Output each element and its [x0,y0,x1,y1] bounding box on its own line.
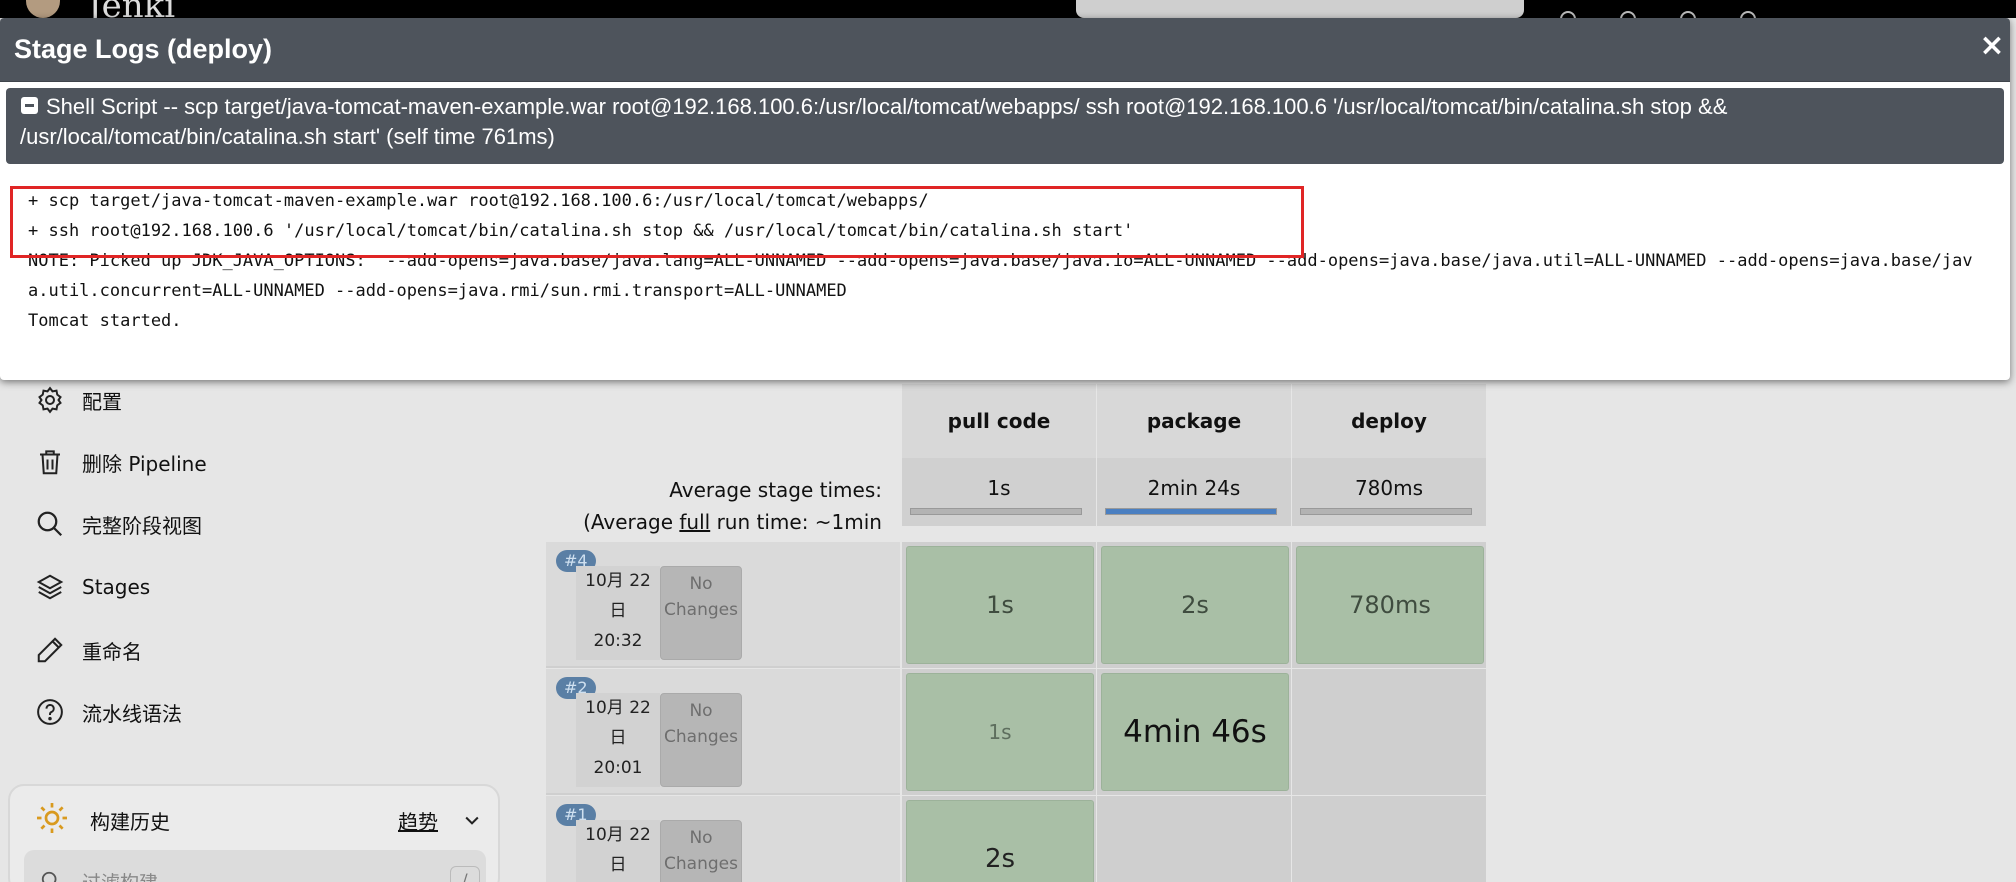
stage-cell-empty [1292,669,1486,795]
close-icon[interactable]: × [1978,30,2006,62]
filter-placeholder: 过滤构建... [82,868,176,882]
filter-shortcut-key: / [450,866,480,882]
stage-duration: 1s [906,546,1094,664]
build-info: #2 10月 22 日 20:01 No Changes [546,669,900,795]
pencil-icon [32,632,68,668]
gear-icon [32,382,68,418]
stage-cell[interactable]: 2s [1097,542,1291,668]
stage-cell[interactable]: 1s [902,542,1096,668]
stage-cell[interactable]: 2s [902,796,1096,882]
avg-progress-bar [910,508,1082,515]
avg-time: 1s [987,476,1011,500]
log-step-title: Shell Script -- scp target/java-tomcat-m… [20,94,1728,149]
sidebar-item-label: 完整阶段视图 [82,513,202,538]
stage-duration: 780ms [1296,546,1484,664]
build-time: 20:01 [593,758,643,778]
sidebar-item-rename[interactable]: 重命名 [32,630,142,670]
stage-header-pull-code: pull code [902,384,1096,458]
sidebar-item-label: 流水线语法 [82,701,182,726]
build-row: #1 10月 22 日 No Changes 2s [546,796,2016,882]
build-time: 20:32 [593,631,643,651]
build-date-line: 日 [609,855,627,875]
global-search-input[interactable] [1076,0,1524,18]
avg-progress-bar [1105,508,1277,515]
trend-link[interactable]: 趋势 [398,806,438,835]
build-date-line: 10月 22 [585,825,651,845]
stage-cell[interactable]: 4min 46s [1097,669,1291,795]
dialog-title: Stage Logs (deploy) [14,34,273,64]
chevron-down-icon[interactable] [462,810,482,830]
build-info: #4 10月 22 日 20:32 No Changes [546,542,900,668]
stage-duration: 2s [1101,546,1289,664]
avg-cell-package: 2min 24s [1097,458,1291,526]
avg-progress-bar [1300,508,1472,515]
dialog-header: Stage Logs (deploy) × [0,18,2010,82]
build-date: 10月 22 日 [576,820,660,882]
sun-icon [37,803,67,833]
stage-cell-empty [1097,796,1291,882]
sidebar-item-full-stage-view[interactable]: 完整阶段视图 [32,504,202,544]
sidebar-item-label: 删除 Pipeline [82,451,207,476]
stage-cell[interactable]: 1s [902,669,1096,795]
sidebar-item-delete[interactable]: 删除 Pipeline [32,442,207,482]
no-changes-box: No Changes [660,693,742,787]
stage-header-package: package [1097,384,1291,458]
jenkins-logo-icon[interactable] [26,0,60,18]
sidebar-item-config[interactable]: 配置 [32,380,122,420]
sidebar-item-label: 重命名 [82,639,142,664]
sidebar-item-label: Stages [82,575,151,599]
avg-cell-deploy: 780ms [1292,458,1486,526]
layers-icon [32,569,68,605]
build-date: 10月 22 日 20:32 [576,566,660,660]
stage-logs-dialog: Stage Logs (deploy) × Shell Script -- sc… [0,18,2010,380]
stage-duration: 4min 46s [1101,673,1289,791]
search-icon [41,871,57,882]
avg-time: 780ms [1354,476,1424,500]
build-date: 10月 22 日 20:01 [576,693,660,787]
no-changes-box: No Changes [660,820,742,882]
stage-duration: 2s [906,800,1094,882]
search-icon [32,506,68,542]
build-history-card: 构建历史 趋势 过滤构建... / [8,784,500,882]
log-step-header[interactable]: Shell Script -- scp target/java-tomcat-m… [6,88,2004,164]
build-date-line: 10月 22 [585,698,651,718]
build-date-line: 日 [609,601,627,621]
build-history-title: 构建历史 [90,810,170,834]
sidebar-item-pipeline-syntax[interactable]: 流水线语法 [32,692,182,732]
build-date-line: 10月 22 [585,571,651,591]
avg-stage-times-text: Average stage times: [669,478,882,502]
highlight-annotation-box [10,186,1304,258]
sidebar-item-stages[interactable]: Stages [32,567,150,607]
top-bar-icons [1560,6,1960,21]
stage-cell-empty [1292,796,1486,882]
avg-cell-pull-code: 1s [902,458,1096,526]
build-row: #4 10月 22 日 20:32 No Changes 1s 2s 780ms [546,542,2016,668]
stage-header-deploy: deploy [1292,384,1486,458]
sidebar-item-label: 配置 [82,389,122,414]
no-changes-box: No Changes [660,566,742,660]
help-icon [32,694,68,730]
stage-view: Average stage times: (Average full run t… [546,384,1488,882]
build-filter-input[interactable]: 过滤构建... / [24,850,486,882]
top-bar: Jenki [0,0,2016,21]
trash-icon [32,444,68,480]
build-date-line: 日 [609,728,627,748]
avg-time: 2min 24s [1147,476,1241,500]
avg-run-prefix: (Average [583,510,680,534]
build-info: #1 10月 22 日 No Changes [546,796,900,882]
stage-duration: 1s [906,673,1094,791]
stage-cell[interactable]: 780ms [1292,542,1486,668]
build-row: #2 10月 22 日 20:01 No Changes 1s 4min 46s [546,669,2016,795]
jenkins-wordmark: Jenki [88,0,218,18]
full-run-link[interactable]: full [679,510,710,534]
log-line: Tomcat started. [28,311,182,331]
